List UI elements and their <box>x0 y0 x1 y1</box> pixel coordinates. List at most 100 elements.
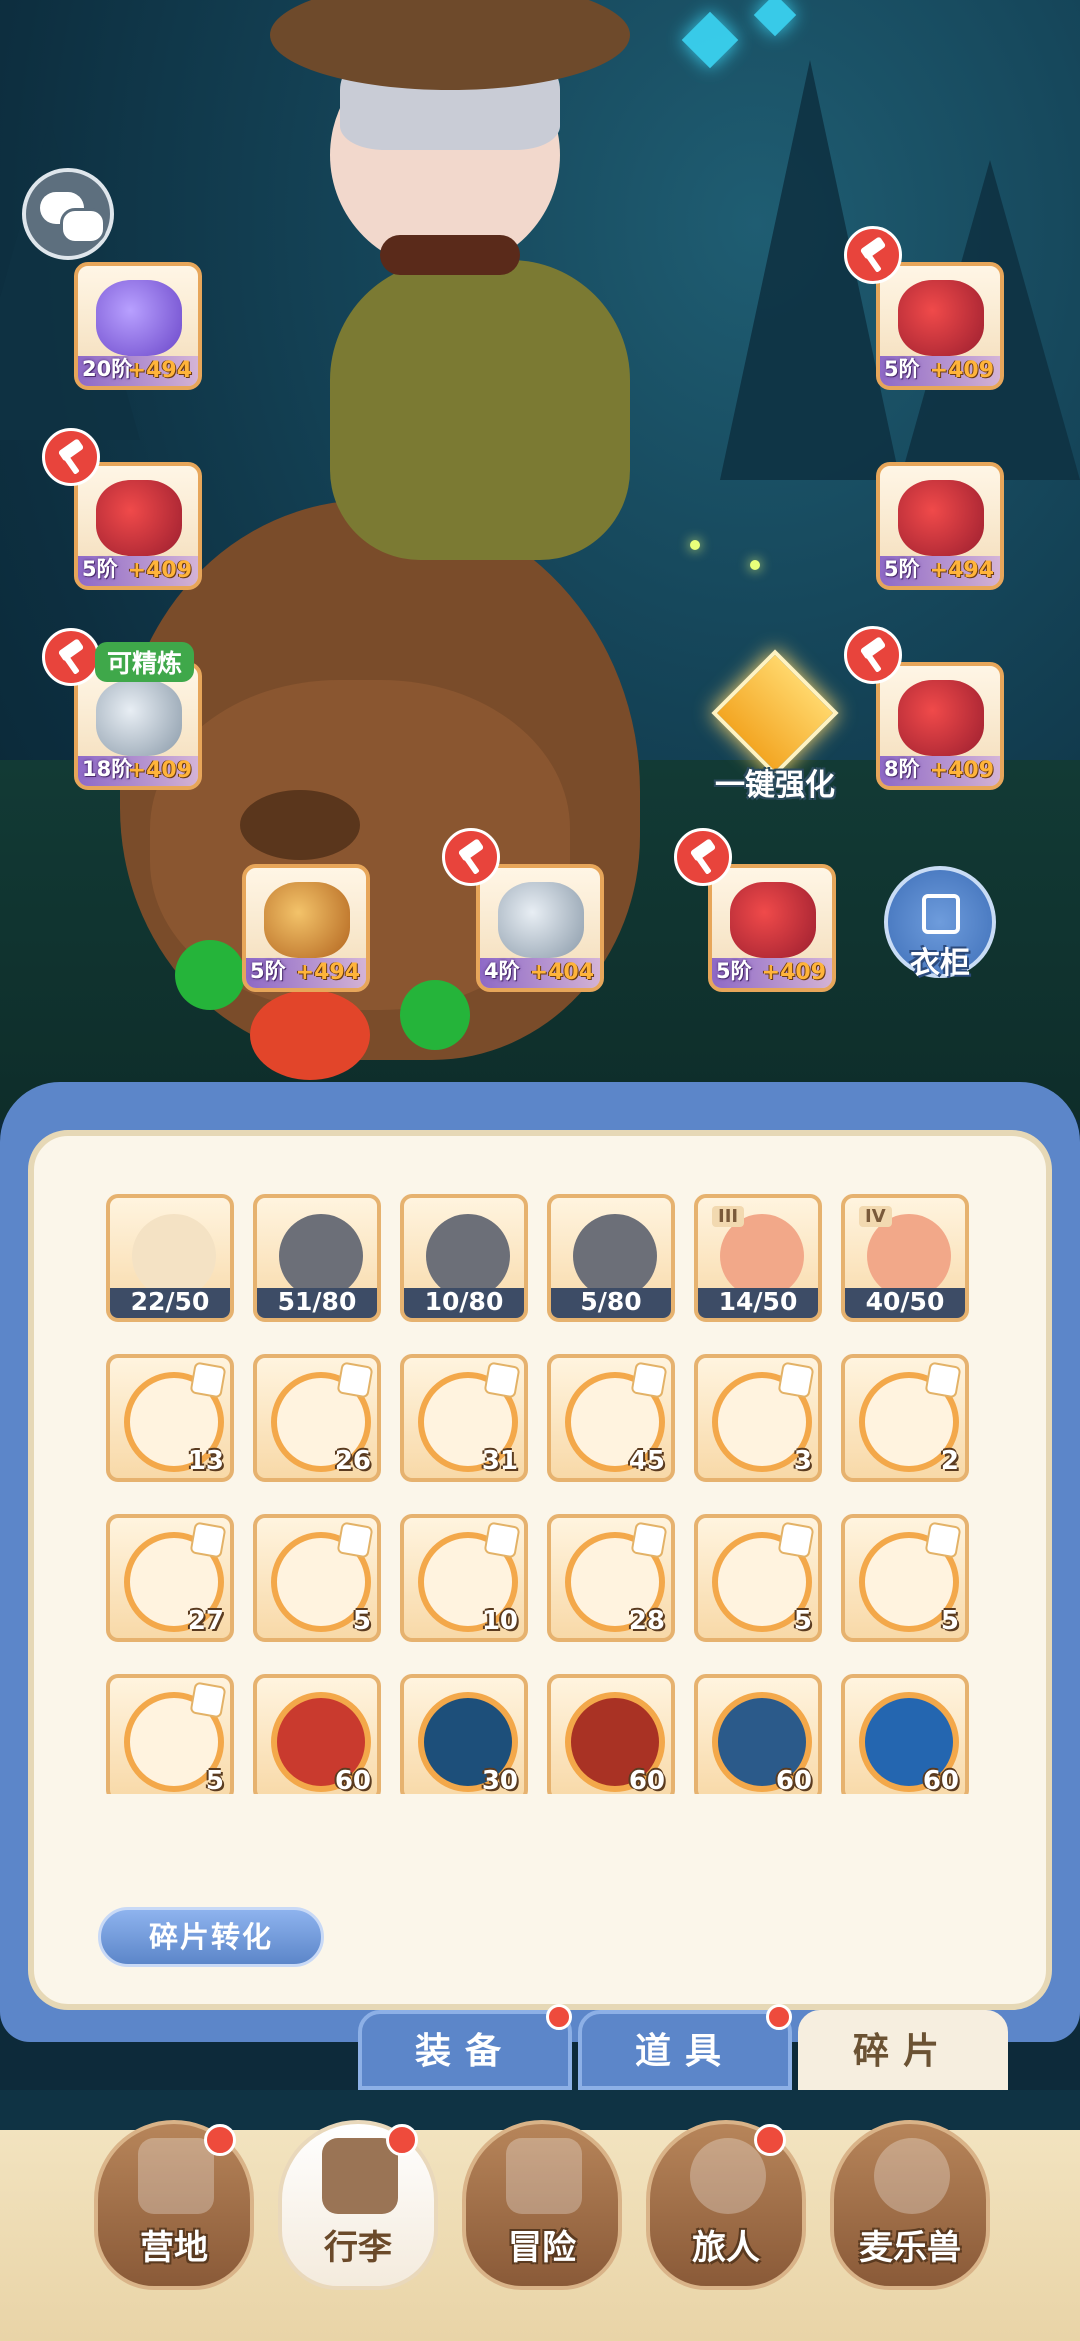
equip-level: 5阶 <box>884 557 920 581</box>
fragment-count: 60 <box>775 1766 812 1794</box>
puzzle-piece-icon <box>189 1681 227 1719</box>
crystal <box>753 0 797 37</box>
ring-icon <box>264 882 350 958</box>
fragment-convert-button[interactable]: 碎片转化 <box>98 1907 324 1967</box>
equip-bonus: +409 <box>127 558 192 583</box>
notification-dot <box>204 2124 236 2156</box>
fragment-item[interactable]: 31 <box>400 1354 528 1482</box>
equip-slot-boots[interactable]: 8阶 +409 <box>876 662 1004 790</box>
upgrade-hammer-icon[interactable] <box>442 828 500 886</box>
pants-icon <box>96 680 182 756</box>
nav-adventure[interactable]: 冒险 <box>462 2120 622 2290</box>
equip-level: 5阶 <box>716 959 752 983</box>
tier-label: III <box>712 1206 745 1227</box>
leaf <box>400 980 470 1050</box>
puzzle-piece-icon <box>336 1361 374 1399</box>
equip-slot-head-accessory[interactable]: 20阶 +494 <box>74 262 202 390</box>
fragment-item[interactable]: 26 <box>253 1354 381 1482</box>
upgrade-hammer-icon[interactable] <box>42 628 100 686</box>
fragment-progress: 51/80 <box>277 1287 357 1316</box>
chat-button[interactable] <box>22 168 114 260</box>
fragment-count: 3 <box>793 1446 812 1476</box>
helmet-icon <box>898 280 984 356</box>
boots-icon <box>898 680 984 756</box>
nav-label: 冒险 <box>508 2228 576 2268</box>
fragment-count: 5 <box>352 1606 371 1636</box>
fragment-item[interactable]: 13 <box>106 1354 234 1482</box>
upgrade-hammer-icon[interactable] <box>674 828 732 886</box>
fragment-count: 27 <box>187 1606 224 1636</box>
equip-level: 5阶 <box>250 959 286 983</box>
tab-equipment[interactable]: 装备 <box>358 2010 572 2090</box>
upgrade-hammer-icon[interactable] <box>844 226 902 284</box>
inventory-panel-inner: 22/50 51/80 10/80 5/80 III 14/50 IV 40/5… <box>28 1130 1052 2010</box>
puzzle-piece-icon <box>630 1521 668 1559</box>
fragment-progress: 5/80 <box>580 1287 642 1316</box>
traveler-icon <box>690 2138 766 2214</box>
puzzle-piece-icon <box>924 1361 962 1399</box>
fragment-progress: 14/50 <box>718 1287 798 1316</box>
fragment-count: 60 <box>628 1766 665 1794</box>
fragment-item[interactable]: 60 <box>547 1674 675 1794</box>
fragment-item[interactable]: 30 <box>400 1674 528 1794</box>
fragment-count: 13 <box>187 1446 224 1476</box>
fragment-item[interactable]: 2 <box>841 1354 969 1482</box>
fragment-item-fire-ore[interactable]: 51/80 <box>253 1194 381 1322</box>
upgrade-hammer-icon[interactable] <box>42 428 100 486</box>
fragment-item[interactable]: 28 <box>547 1514 675 1642</box>
fragment-item[interactable]: 10 <box>400 1514 528 1642</box>
equip-level: 5阶 <box>82 557 118 581</box>
refine-available-tag: 可精炼 <box>95 642 195 682</box>
fragment-count: 31 <box>481 1446 518 1476</box>
castle-icon <box>138 2138 214 2214</box>
nav-pets[interactable]: 麦乐兽 <box>830 2120 990 2290</box>
enhance-icon <box>711 649 839 777</box>
fragment-item-glove-iii[interactable]: III 14/50 <box>694 1194 822 1322</box>
equip-slot-helmet[interactable]: 5阶 +409 <box>876 262 1004 390</box>
fragment-item-scroll[interactable]: 22/50 <box>106 1194 234 1322</box>
fragment-item[interactable]: 5 <box>694 1514 822 1642</box>
blue-ore-icon <box>573 1214 657 1298</box>
equip-slot-armor[interactable]: 5阶 +409 <box>74 462 202 590</box>
equip-level: 8阶 <box>884 757 920 781</box>
fragment-item[interactable]: 3 <box>694 1354 822 1482</box>
notification-dot <box>546 2004 572 2030</box>
fragment-item-purple-ore[interactable]: 10/80 <box>400 1194 528 1322</box>
tab-fragments[interactable]: 碎片 <box>798 2010 1008 2090</box>
fragment-progress: 10/80 <box>424 1287 504 1316</box>
fragment-item[interactable]: 27 <box>106 1514 234 1642</box>
puzzle-piece-icon <box>777 1521 815 1559</box>
straw-hat <box>270 0 630 90</box>
wardrobe-button[interactable]: 衣柜 <box>884 866 996 981</box>
upgrade-hammer-icon[interactable] <box>844 626 902 684</box>
fragment-count: 10 <box>481 1606 518 1636</box>
one-click-enhance-button[interactable]: 一键强化 <box>700 649 850 810</box>
enhance-label: 一键强化 <box>715 768 835 803</box>
crossed-swords-icon <box>506 2138 582 2214</box>
tier-label: IV <box>859 1206 892 1227</box>
fragment-item-glove-iv[interactable]: IV 40/50 <box>841 1194 969 1322</box>
equip-bonus: +494 <box>127 358 192 383</box>
fragment-progress: 22/50 <box>130 1287 210 1316</box>
gloves-icon <box>898 480 984 556</box>
equip-slot-ring[interactable]: 5阶 +494 <box>242 864 370 992</box>
fragment-item[interactable]: 60 <box>253 1674 381 1794</box>
fragment-item[interactable]: 60 <box>841 1674 969 1794</box>
equip-slot-necklace[interactable]: 4阶 +404 <box>476 864 604 992</box>
carrot <box>250 990 370 1080</box>
fragment-count: 30 <box>481 1766 518 1794</box>
fragment-item[interactable]: 5 <box>106 1674 234 1794</box>
fragment-item[interactable]: 45 <box>547 1354 675 1482</box>
fragment-item[interactable]: 5 <box>253 1514 381 1642</box>
equip-bonus: +409 <box>127 758 192 783</box>
equip-slot-gloves[interactable]: 5阶 +494 <box>876 462 1004 590</box>
fragment-item[interactable]: 60 <box>694 1674 822 1794</box>
capybara-nose <box>240 790 360 860</box>
tab-items[interactable]: 道具 <box>578 2010 792 2090</box>
nav-label: 行李 <box>324 2228 392 2268</box>
wardrobe-label: 衣柜 <box>910 946 970 981</box>
equip-slot-amulet[interactable]: 5阶 +409 <box>708 864 836 992</box>
fragment-item[interactable]: 5 <box>841 1514 969 1642</box>
notification-dot <box>766 2004 792 2030</box>
fragment-item-blue-ore[interactable]: 5/80 <box>547 1194 675 1322</box>
